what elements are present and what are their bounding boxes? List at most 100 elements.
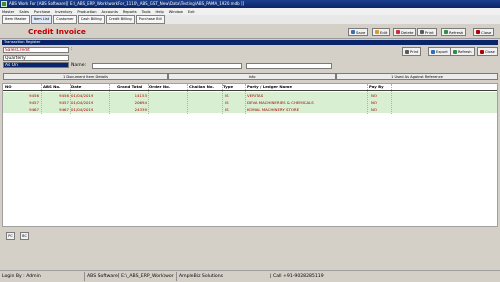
export-button[interactable]: Export bbox=[428, 47, 451, 56]
cell-pay-by: NO bbox=[371, 100, 377, 105]
cell-grand-total: 14153 bbox=[134, 93, 147, 98]
table-row[interactable]: 9457 9457 01/04/2019 20694 IS DEVA MACHI… bbox=[3, 99, 497, 106]
register-refresh-button[interactable]: Refresh bbox=[450, 47, 475, 56]
refresh-button[interactable]: Refresh bbox=[441, 28, 467, 36]
edit-button[interactable]: Edit bbox=[372, 28, 391, 36]
print-label: Print bbox=[425, 29, 434, 35]
column-divider bbox=[245, 84, 246, 114]
header-divider bbox=[3, 90, 497, 91]
register-close-button[interactable]: Close bbox=[477, 47, 498, 56]
cell-abs-no: 9457 bbox=[59, 100, 69, 105]
colon-separator: : bbox=[71, 47, 73, 52]
bc-button[interactable]: BC bbox=[20, 232, 29, 240]
status-call: | Call +91-9028285119 bbox=[270, 274, 324, 279]
menu-sales[interactable]: Sales bbox=[19, 10, 29, 14]
customer-button[interactable]: Customer bbox=[53, 15, 77, 24]
save-button[interactable]: Save bbox=[348, 28, 369, 36]
column-divider bbox=[391, 84, 392, 114]
close-icon bbox=[476, 30, 480, 34]
table-row[interactable]: 9467 9467 01/04/2019 24339 IS KOMAL MACH… bbox=[3, 106, 497, 113]
delete-icon bbox=[396, 30, 400, 34]
as-on-select[interactable]: As On bbox=[3, 62, 69, 68]
print-button[interactable]: Print bbox=[417, 28, 437, 36]
status-bar: Login By : Admin ABS Software[ E:\_ABS_E… bbox=[0, 270, 500, 281]
menu-production[interactable]: Production bbox=[77, 10, 96, 14]
item-master-button[interactable]: Item Master bbox=[2, 15, 30, 24]
menu-bar: Master Sales Purchase Inventory Producti… bbox=[0, 8, 500, 15]
cell-date: 01/04/2019 bbox=[71, 107, 94, 112]
menu-accounts[interactable]: Accounts bbox=[101, 10, 117, 14]
cell-pay-by: NO bbox=[371, 107, 377, 112]
save-label: Save bbox=[356, 29, 366, 35]
column-divider bbox=[367, 84, 368, 114]
cell-abs-no: 9467 bbox=[59, 107, 69, 112]
register-refresh-label: Refresh bbox=[458, 49, 472, 54]
cell-party: VERITAS bbox=[247, 93, 264, 98]
column-divider bbox=[148, 84, 149, 114]
cell-grand-total: 20694 bbox=[134, 100, 147, 105]
refresh-label: Refresh bbox=[449, 29, 464, 35]
form-title: Credit Invoice bbox=[28, 27, 86, 36]
menu-tools[interactable]: Tools bbox=[142, 10, 151, 14]
close-label: Close bbox=[481, 29, 492, 35]
close-button[interactable]: Close bbox=[473, 28, 495, 36]
refresh-icon bbox=[453, 49, 457, 54]
print-icon bbox=[420, 30, 424, 34]
register-print-label: Print bbox=[410, 49, 419, 54]
name-secondary-input[interactable] bbox=[246, 63, 332, 69]
register-print-button[interactable]: Print bbox=[402, 47, 422, 56]
app-icon bbox=[1, 1, 7, 7]
menu-reports[interactable]: Reports bbox=[123, 10, 137, 14]
register-close-label: Close bbox=[485, 49, 495, 54]
cell-type: IS bbox=[225, 100, 229, 105]
cell-type: IS bbox=[225, 93, 229, 98]
export-label: Export bbox=[436, 49, 448, 54]
cell-type: IS bbox=[225, 107, 229, 112]
cell-no: 9456 bbox=[29, 93, 39, 98]
cell-no: 9467 bbox=[29, 107, 39, 112]
save-icon bbox=[351, 30, 355, 34]
info-button[interactable]: Info bbox=[168, 73, 336, 80]
cell-date: 01/04/2019 bbox=[71, 93, 94, 98]
edit-icon bbox=[375, 30, 379, 34]
column-divider bbox=[109, 84, 110, 114]
cell-grand-total: 24339 bbox=[134, 107, 147, 112]
column-divider bbox=[187, 84, 188, 114]
delete-label: Delete bbox=[401, 29, 414, 35]
document-details-button[interactable]: 1 Document Item Details bbox=[3, 73, 168, 80]
period-select[interactable]: Quarterly bbox=[3, 55, 69, 61]
refresh-icon bbox=[444, 30, 448, 34]
cell-no: 9457 bbox=[29, 100, 39, 105]
delete-button[interactable]: Delete bbox=[393, 28, 417, 36]
cell-abs-no: 9456 bbox=[59, 93, 69, 98]
name-label: Name: bbox=[71, 63, 87, 68]
cash-billing-button[interactable]: Cash Billing bbox=[77, 15, 105, 24]
export-icon bbox=[431, 49, 435, 54]
edit-label: Edit bbox=[380, 29, 388, 35]
menu-help[interactable]: Help bbox=[156, 10, 164, 14]
register-type-select[interactable]: SalesCredit bbox=[3, 47, 69, 53]
close-icon bbox=[480, 49, 484, 54]
column-divider bbox=[222, 84, 223, 114]
menu-purchase[interactable]: Purchase bbox=[34, 10, 50, 14]
cell-party: KOMAL MACHINERY STORE bbox=[247, 107, 300, 112]
cell-party: DEVA MACHINERIES & CHEMICALS bbox=[247, 100, 314, 105]
menu-window[interactable]: Window bbox=[169, 10, 183, 14]
pc-button[interactable]: PC bbox=[6, 232, 15, 240]
status-login: Login By : Admin bbox=[2, 274, 41, 279]
menu-inventory[interactable]: Inventory bbox=[55, 10, 72, 14]
item-list-button[interactable]: Item List bbox=[30, 15, 53, 24]
menu-master[interactable]: Master bbox=[2, 10, 14, 14]
menu-exit[interactable]: Exit bbox=[188, 10, 195, 14]
cell-date: 01/04/2019 bbox=[71, 100, 94, 105]
window-title: ABS Work For [ABS Software][ E:\_ABS_ERP… bbox=[0, 0, 500, 8]
credit-billing-button[interactable]: Credit Billing bbox=[105, 15, 135, 24]
name-input[interactable] bbox=[92, 63, 242, 69]
purchase-bill-button[interactable]: Purchase Bill bbox=[135, 15, 165, 24]
print-icon bbox=[405, 49, 409, 54]
used-against-button[interactable]: 1 Used As Against Reference bbox=[336, 73, 498, 80]
cell-pay-by: NO bbox=[371, 93, 377, 98]
table-row[interactable]: 9456 9456 01/04/2019 14153 IS VERITAS NO bbox=[3, 92, 497, 99]
quick-access-bar: Item Master Item List Customer Cash Bill… bbox=[0, 15, 500, 24]
status-path: ABS Software[ E:\_ABS_ERP_Work\wor bbox=[84, 272, 174, 281]
